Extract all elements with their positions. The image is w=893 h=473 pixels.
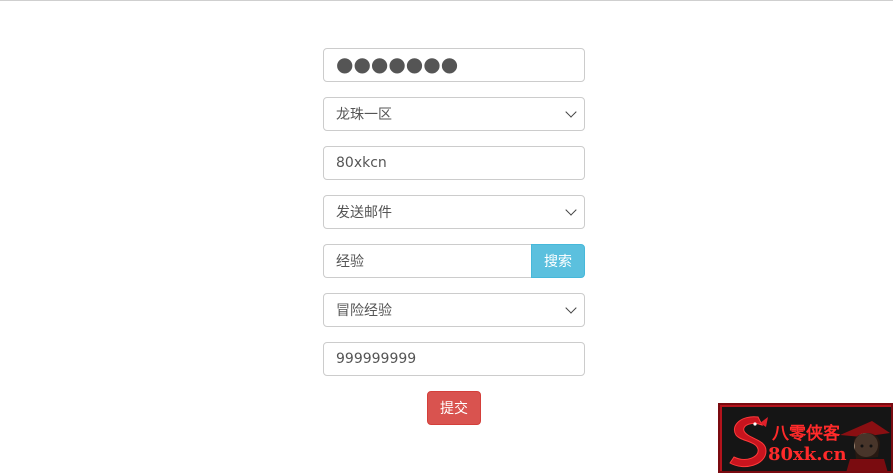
- username-field[interactable]: 80xkcn: [323, 146, 585, 180]
- page: ●●●●●●● 龙珠一区 80xkcn 发送邮件 经验 搜索 冒险经验 9999…: [0, 0, 893, 473]
- top-divider: [0, 0, 893, 1]
- submit-row: 提交: [323, 391, 585, 425]
- username-value: 80xkcn: [336, 155, 387, 171]
- password-field[interactable]: ●●●●●●●: [323, 48, 585, 82]
- quantity-field[interactable]: 999999999: [323, 342, 585, 376]
- watermark-inner: 八零侠客 80xk.cn: [722, 407, 891, 471]
- action-select-value: 发送邮件: [336, 205, 392, 221]
- item-select[interactable]: 冒险经验: [323, 293, 585, 327]
- watermark-graphic: 八零侠客 80xk.cn: [722, 407, 891, 471]
- item-select-value: 冒险经验: [336, 303, 392, 319]
- chevron-down-icon: [565, 106, 577, 118]
- search-input-value: 经验: [336, 254, 364, 270]
- chevron-down-icon: [565, 302, 577, 314]
- watermark-title: 八零侠客: [772, 423, 841, 444]
- submit-button[interactable]: 提交: [427, 391, 481, 425]
- gm-form: ●●●●●●● 龙珠一区 80xkcn 发送邮件 经验 搜索 冒险经验 9999…: [323, 48, 585, 425]
- password-value: ●●●●●●●: [336, 52, 459, 76]
- server-select-value: 龙珠一区: [336, 107, 392, 123]
- search-input[interactable]: 经验: [323, 244, 531, 278]
- search-button[interactable]: 搜索: [531, 244, 585, 278]
- site-watermark: 八零侠客 80xk.cn: [718, 403, 893, 473]
- action-select[interactable]: 发送邮件: [323, 195, 585, 229]
- chevron-down-icon: [565, 204, 577, 216]
- quantity-value: 999999999: [336, 351, 417, 367]
- search-group: 经验 搜索: [323, 244, 585, 278]
- server-select[interactable]: 龙珠一区: [323, 97, 585, 131]
- watermark-domain: 80xk.cn: [768, 444, 847, 465]
